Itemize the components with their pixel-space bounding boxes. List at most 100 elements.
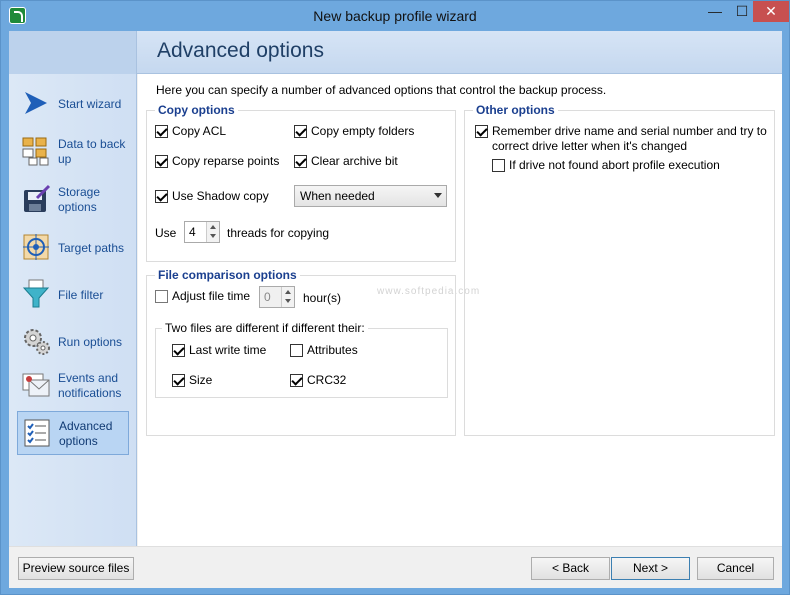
arrow-up-icon[interactable]: [285, 290, 291, 294]
main-content: Here you can specify a number of advance…: [138, 74, 782, 546]
copy-options-group: Copy options Copy ACL Copy empty folders…: [146, 103, 456, 262]
last-write-time-checkbox[interactable]: Last write time: [172, 343, 266, 357]
checkbox-label-line: Remember drive name and serial number an…: [492, 124, 767, 138]
sidebar-item-label: Target paths: [58, 240, 125, 255]
difference-criteria-group: Two files are different if different the…: [155, 321, 448, 398]
checkbox-box[interactable]: [155, 124, 168, 138]
copy-acl-checkbox[interactable]: Copy ACL: [155, 124, 226, 138]
copy-options-title: Copy options: [155, 103, 238, 117]
sidebar-item-label: Events and notifications: [58, 371, 122, 400]
gears-icon: [24, 329, 50, 355]
cancel-button[interactable]: Cancel: [697, 557, 774, 580]
intro-text: Here you can specify a number of advance…: [156, 83, 607, 97]
mail-icon: [22, 373, 50, 397]
threads-label: threads for copying: [227, 226, 330, 240]
checkbox-box[interactable]: [155, 154, 168, 168]
checkbox-box[interactable]: [172, 373, 185, 387]
arrow-down-icon[interactable]: [285, 299, 291, 303]
clear-archive-bit-checkbox[interactable]: Clear archive bit: [294, 154, 398, 168]
copy-reparse-points-checkbox[interactable]: Copy reparse points: [155, 154, 279, 168]
close-button[interactable]: ✕: [753, 1, 789, 22]
use-shadow-copy-checkbox[interactable]: Use Shadow copy: [155, 189, 269, 203]
sidebar-item-target-paths[interactable]: Target paths: [17, 226, 129, 270]
adjust-file-time-checkbox[interactable]: Adjust file time: [155, 289, 250, 303]
wizard-window: New backup profile wizard — ☐ ✕ Advanced…: [0, 0, 790, 595]
sidebar: Start wizard Data to back up Storage opt…: [9, 74, 137, 546]
sidebar-item-label: Storage options: [58, 185, 101, 214]
footer-bar: Preview source files < Back Next > Cance…: [9, 546, 782, 588]
crc32-checkbox[interactable]: CRC32: [290, 373, 346, 387]
checkbox-box[interactable]: [155, 189, 168, 203]
target-icon: [23, 234, 49, 260]
checkbox-box[interactable]: [290, 373, 303, 387]
checkbox-label: Adjust file time: [172, 289, 251, 303]
remember-drive-checkbox[interactable]: Remember drive name and serial number an…: [475, 124, 767, 154]
stepper-arrows[interactable]: [281, 287, 294, 307]
file-comparison-group: File comparison options Adjust file time…: [146, 268, 456, 436]
back-button[interactable]: < Back: [531, 557, 610, 580]
preview-source-files-button[interactable]: Preview source files: [18, 557, 134, 580]
checkbox-box[interactable]: [294, 154, 307, 168]
use-label: Use: [155, 226, 177, 240]
shadow-copy-mode-select[interactable]: When needed: [294, 185, 447, 207]
threads-stepper[interactable]: 4: [184, 221, 220, 243]
checkbox-label: Remember drive name and serial number an…: [492, 124, 767, 154]
sidebar-item-storage-options[interactable]: Storage options: [17, 178, 129, 222]
checkbox-label: Copy reparse points: [172, 154, 280, 168]
sidebar-item-run-options[interactable]: Run options: [17, 320, 129, 364]
sidebar-item-advanced-options[interactable]: Advanced options: [17, 411, 129, 455]
sidebar-item-file-filter[interactable]: File filter: [17, 273, 129, 317]
sidebar-item-label: Data to back up: [58, 137, 126, 166]
abort-if-drive-not-found-checkbox[interactable]: If drive not found abort profile executi…: [492, 158, 720, 172]
stepper-value[interactable]: 0: [264, 290, 271, 304]
chevron-down-icon[interactable]: [434, 193, 442, 198]
checkbox-label: Copy empty folders: [311, 124, 415, 138]
checkbox-label: Last write time: [189, 343, 267, 357]
sidebar-item-data-to-back-up[interactable]: Data to back up: [17, 130, 129, 174]
title-bar[interactable]: New backup profile wizard — ☐ ✕: [1, 1, 789, 31]
checkbox-label: If drive not found abort profile executi…: [509, 158, 720, 172]
page-title: Advanced options: [157, 39, 324, 62]
file-comparison-title: File comparison options: [155, 268, 300, 282]
arrow-up-icon[interactable]: [210, 225, 216, 229]
sidebar-item-label: Advanced options: [59, 419, 113, 448]
size-checkbox[interactable]: Size: [172, 373, 212, 387]
difference-criteria-title: Two files are different if different the…: [162, 321, 368, 335]
stepper-arrows[interactable]: [206, 222, 219, 242]
maximize-button[interactable]: ☐: [729, 1, 755, 22]
checkbox-label: Clear archive bit: [311, 154, 398, 168]
files-icon: [22, 137, 49, 166]
sidebar-item-label: Start wizard: [58, 96, 122, 111]
minimize-button[interactable]: —: [701, 1, 729, 22]
checkbox-box[interactable]: [155, 289, 168, 303]
checkbox-label: CRC32: [307, 373, 347, 387]
next-button[interactable]: Next >: [611, 557, 690, 580]
select-value: When needed: [300, 189, 375, 203]
checkbox-label: Use Shadow copy: [172, 189, 269, 203]
arrow-icon: [25, 92, 47, 114]
checkbox-box[interactable]: [294, 124, 307, 138]
checkbox-box[interactable]: [290, 343, 303, 357]
checkbox-box[interactable]: [492, 158, 505, 172]
checklist-icon: [24, 419, 50, 447]
hours-label: hour(s): [303, 291, 342, 305]
funnel-icon: [22, 279, 50, 308]
sidebar-item-events-and-notifications[interactable]: Events and notifications: [17, 364, 129, 408]
checkbox-box[interactable]: [172, 343, 185, 357]
arrow-down-icon[interactable]: [210, 234, 216, 238]
checkbox-label-line: correct drive letter when it's changed: [492, 139, 688, 153]
attributes-checkbox[interactable]: Attributes: [290, 343, 358, 357]
sidebar-item-start-wizard[interactable]: Start wizard: [17, 82, 129, 126]
checkbox-label: Size: [189, 373, 213, 387]
header-banner: Advanced options: [9, 31, 782, 74]
hours-stepper[interactable]: 0: [259, 286, 295, 308]
checkbox-box[interactable]: [475, 125, 488, 138]
checkbox-label: Copy ACL: [172, 124, 227, 138]
sidebar-item-label: File filter: [58, 287, 104, 302]
stepper-value[interactable]: 4: [189, 225, 196, 239]
checkbox-label: Attributes: [307, 343, 358, 357]
disk-icon: [24, 184, 51, 212]
client-area: Advanced options Start wizard Data to ba…: [9, 31, 782, 588]
banner-sidebar-cap: [9, 31, 137, 74]
copy-empty-folders-checkbox[interactable]: Copy empty folders: [294, 124, 414, 138]
